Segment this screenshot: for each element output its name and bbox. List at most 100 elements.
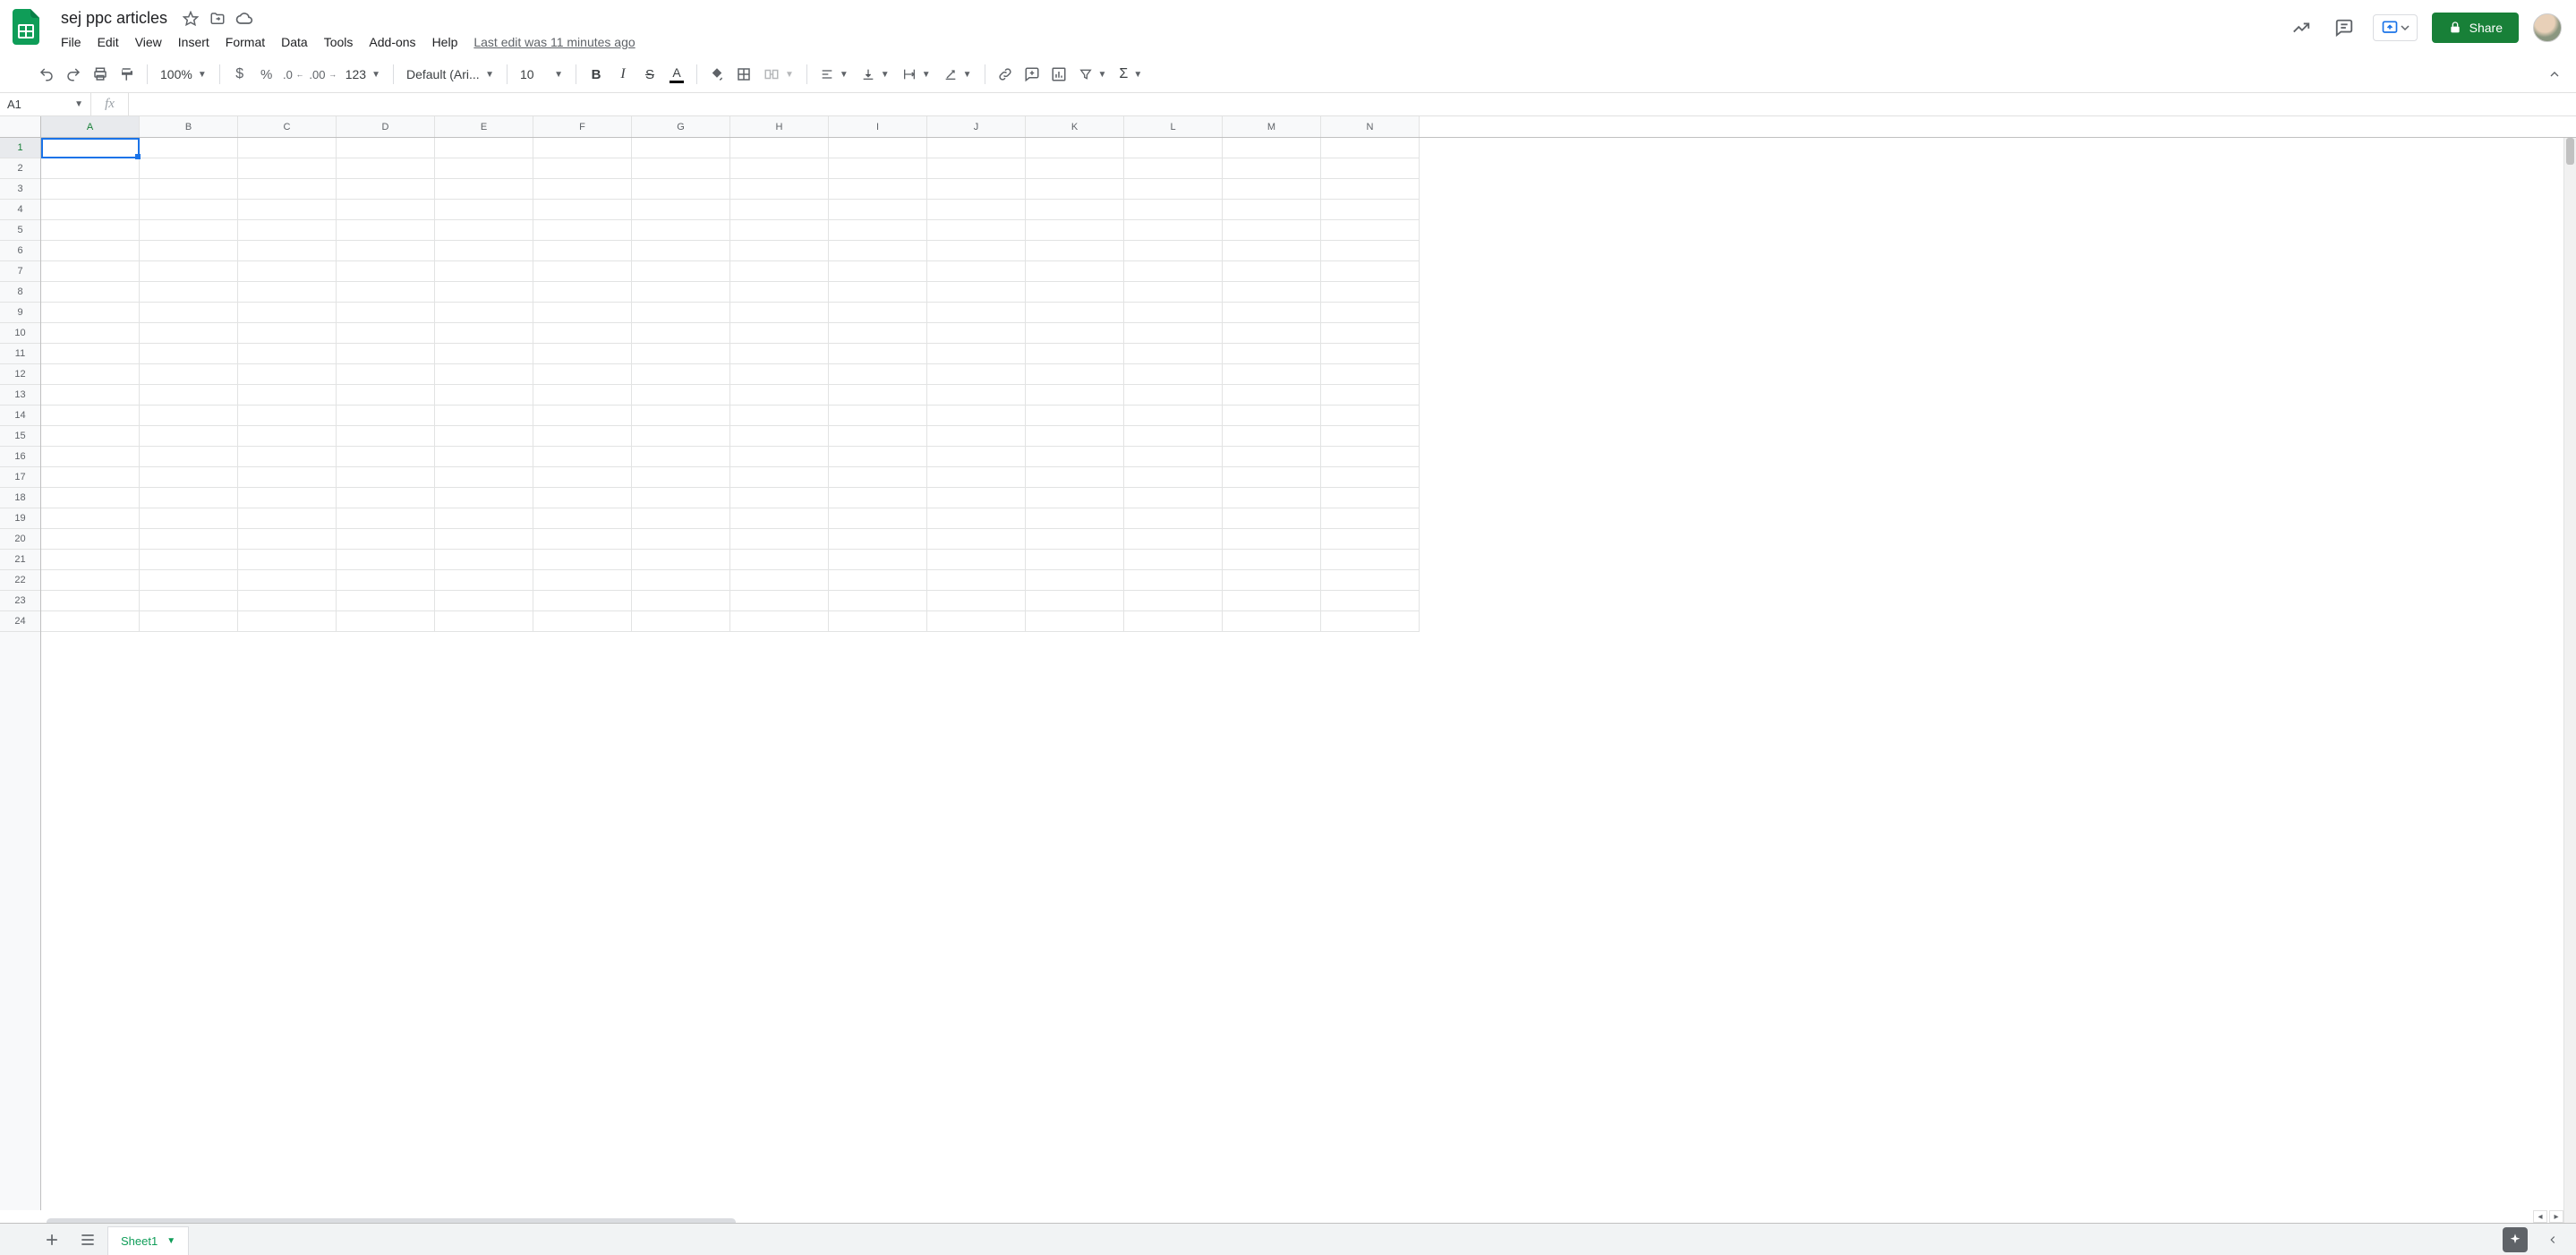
share-button[interactable]: Share — [2432, 13, 2519, 43]
chevron-down-icon[interactable]: ▼ — [166, 1236, 175, 1246]
menu-view[interactable]: View — [128, 31, 169, 53]
cell[interactable] — [927, 179, 1026, 200]
cell[interactable] — [1026, 282, 1124, 303]
cell[interactable] — [1124, 138, 1223, 158]
cell[interactable] — [927, 241, 1026, 261]
cell[interactable] — [41, 323, 140, 344]
cell[interactable] — [730, 488, 829, 508]
side-panel-toggle[interactable] — [2540, 1227, 2565, 1252]
all-sheets-button[interactable] — [72, 1224, 104, 1255]
cell[interactable] — [1223, 570, 1321, 591]
cell[interactable] — [1026, 241, 1124, 261]
undo-button[interactable] — [34, 62, 59, 87]
row-header[interactable]: 2 — [0, 158, 40, 179]
cell[interactable] — [730, 282, 829, 303]
cell[interactable] — [829, 220, 927, 241]
cell[interactable] — [337, 200, 435, 220]
horizontal-align-button[interactable]: ▼ — [815, 65, 854, 83]
cell[interactable] — [1026, 261, 1124, 282]
cell[interactable] — [632, 241, 730, 261]
cell[interactable] — [533, 385, 632, 406]
cell[interactable] — [829, 303, 927, 323]
cell[interactable] — [927, 200, 1026, 220]
cell[interactable] — [238, 303, 337, 323]
cell[interactable] — [1223, 550, 1321, 570]
cell[interactable] — [1321, 508, 1420, 529]
comments-icon[interactable] — [2330, 13, 2358, 42]
cell[interactable] — [140, 158, 238, 179]
cell[interactable] — [238, 488, 337, 508]
cell[interactable] — [1321, 158, 1420, 179]
cell[interactable] — [533, 220, 632, 241]
cell[interactable] — [337, 570, 435, 591]
cell[interactable] — [1321, 426, 1420, 447]
column-header[interactable]: B — [140, 116, 238, 137]
column-header[interactable]: L — [1124, 116, 1223, 137]
cell[interactable] — [1321, 447, 1420, 467]
menu-edit[interactable]: Edit — [90, 31, 126, 53]
cell[interactable] — [1223, 282, 1321, 303]
cell[interactable] — [41, 364, 140, 385]
cell[interactable] — [1124, 529, 1223, 550]
cell[interactable] — [435, 529, 533, 550]
cell[interactable] — [533, 508, 632, 529]
row-headers[interactable]: 123456789101112131415161718192021222324 — [0, 138, 41, 1210]
cell[interactable] — [1321, 488, 1420, 508]
cell[interactable] — [730, 508, 829, 529]
cell[interactable] — [730, 364, 829, 385]
redo-button[interactable] — [61, 62, 86, 87]
cell[interactable] — [140, 467, 238, 488]
cell[interactable] — [730, 179, 829, 200]
strikethrough-button[interactable]: S — [637, 62, 662, 87]
cell[interactable] — [829, 158, 927, 179]
cell[interactable] — [1026, 426, 1124, 447]
cell[interactable] — [927, 426, 1026, 447]
cell[interactable] — [1124, 385, 1223, 406]
cell[interactable] — [1321, 529, 1420, 550]
vertical-align-button[interactable]: ▼ — [856, 65, 895, 83]
cell[interactable] — [1124, 303, 1223, 323]
font-family-select[interactable]: Default (Ari...▼ — [401, 65, 499, 83]
cell[interactable] — [238, 158, 337, 179]
add-sheet-button[interactable] — [36, 1224, 68, 1255]
merge-cells-button[interactable]: ▼ — [758, 64, 799, 84]
cell[interactable] — [238, 344, 337, 364]
cell[interactable] — [1321, 364, 1420, 385]
cell[interactable] — [140, 344, 238, 364]
cell[interactable] — [829, 550, 927, 570]
cell[interactable] — [632, 406, 730, 426]
row-header[interactable]: 16 — [0, 447, 40, 467]
move-folder-icon[interactable] — [209, 10, 226, 28]
cell[interactable] — [533, 406, 632, 426]
cell[interactable] — [829, 200, 927, 220]
cell[interactable] — [829, 406, 927, 426]
cell[interactable] — [1026, 406, 1124, 426]
text-wrap-button[interactable]: ▼ — [897, 65, 936, 83]
cell[interactable] — [1026, 344, 1124, 364]
cell[interactable] — [140, 200, 238, 220]
cell[interactable] — [140, 282, 238, 303]
cell[interactable] — [730, 220, 829, 241]
cell[interactable] — [1124, 488, 1223, 508]
column-header[interactable]: M — [1223, 116, 1321, 137]
cell[interactable] — [140, 220, 238, 241]
cell[interactable] — [238, 138, 337, 158]
cell[interactable] — [1321, 570, 1420, 591]
cell[interactable] — [238, 364, 337, 385]
cell[interactable] — [41, 406, 140, 426]
cell[interactable] — [829, 611, 927, 632]
cell[interactable] — [337, 426, 435, 447]
cell[interactable] — [1321, 303, 1420, 323]
cell[interactable] — [1026, 488, 1124, 508]
row-header[interactable]: 8 — [0, 282, 40, 303]
row-header[interactable]: 6 — [0, 241, 40, 261]
cell[interactable] — [140, 611, 238, 632]
cell[interactable] — [1223, 406, 1321, 426]
cell[interactable] — [1124, 550, 1223, 570]
cell[interactable] — [238, 406, 337, 426]
cell[interactable] — [927, 467, 1026, 488]
cell[interactable] — [435, 406, 533, 426]
cell[interactable] — [41, 447, 140, 467]
cell[interactable] — [632, 200, 730, 220]
cell[interactable] — [533, 241, 632, 261]
